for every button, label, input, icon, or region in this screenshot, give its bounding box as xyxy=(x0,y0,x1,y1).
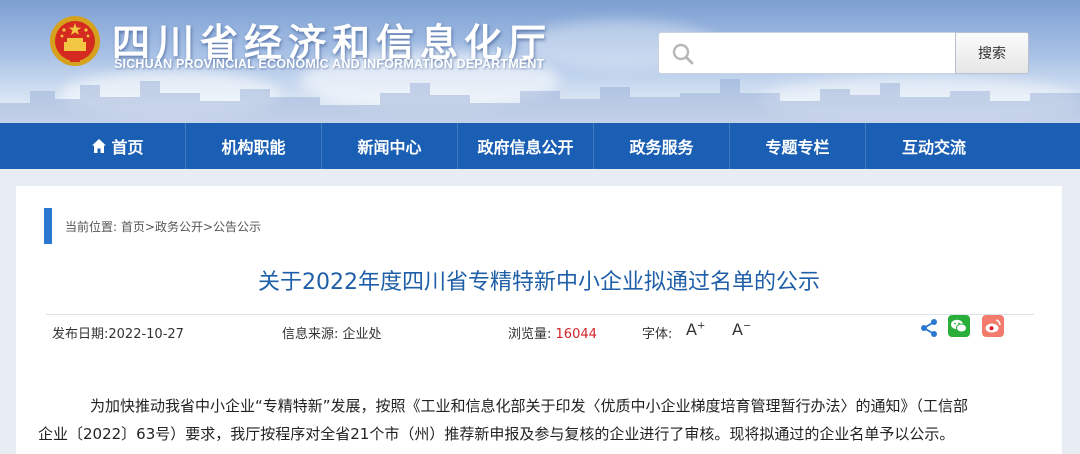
view-count-value: 16044 xyxy=(555,327,597,342)
article-meta-bar: 发布日期:2022-10-27 信息来源: 企业处 浏览量: 16044 字体:… xyxy=(46,314,1034,344)
publish-date-value: 2022-10-27 xyxy=(108,327,184,342)
site-subtitle: SICHUAN PROVINCIAL ECONOMIC AND INFORMAT… xyxy=(114,57,545,71)
info-source-value: 企业处 xyxy=(342,327,382,342)
font-increase-sign: + xyxy=(696,320,706,332)
nav-item-label: 政府信息公开 xyxy=(477,138,574,157)
nav-item-label: 专题专栏 xyxy=(765,138,830,157)
breadcrumb-accent-bar xyxy=(44,208,52,244)
main-nav: 首页 机构职能 新闻中心 政府信息公开 政务服务 专题专栏 互动交流 xyxy=(0,123,1080,169)
info-source: 信息来源: 企业处 xyxy=(282,323,382,342)
nav-item-news[interactable]: 新闻中心 xyxy=(322,123,458,169)
nav-item-label: 互动交流 xyxy=(901,138,966,157)
font-increase-button[interactable]: A+ xyxy=(686,320,705,339)
info-source-label: 信息来源: xyxy=(282,327,339,342)
breadcrumb-item-notices[interactable]: 公告公示 xyxy=(213,220,261,234)
article-paragraph: 为加快推动我省中小企业“专精特新”发展，按照《工业和信息化部关于印发〈优质中小企… xyxy=(90,397,969,415)
publish-date: 发布日期:2022-10-27 xyxy=(52,323,184,342)
font-decrease-button[interactable]: A− xyxy=(732,320,751,339)
breadcrumb-prefix: 当前位置: xyxy=(65,220,118,234)
view-count: 浏览量: 16044 xyxy=(508,323,597,342)
search-icon xyxy=(672,43,694,65)
nav-item-gov-info[interactable]: 政府信息公开 xyxy=(458,123,594,169)
breadcrumb-item-home[interactable]: 首页 xyxy=(121,220,145,234)
nav-item-label: 首页 xyxy=(111,138,144,157)
font-size-label: 字体: xyxy=(642,327,673,342)
nav-item-label: 新闻中心 xyxy=(357,138,422,157)
breadcrumb-item-gov-open[interactable]: 政务公开 xyxy=(155,220,203,234)
home-icon xyxy=(92,139,107,153)
breadcrumb: 当前位置: 首页>政务公开>公告公示 xyxy=(65,218,261,235)
search-input[interactable] xyxy=(703,39,947,67)
publish-date-label: 发布日期: xyxy=(52,327,109,342)
nav-item-topics[interactable]: 专题专栏 xyxy=(730,123,866,169)
nav-item-label: 机构职能 xyxy=(221,138,286,157)
view-count-label: 浏览量: xyxy=(508,327,552,342)
breadcrumb-separator: > xyxy=(144,220,155,234)
weibo-icon[interactable] xyxy=(982,315,1004,337)
national-emblem-icon xyxy=(50,16,100,66)
font-increase-glyph: A xyxy=(686,320,697,339)
article-title: 关于2022年度四川省专精特新中小企业拟通过名单的公示 xyxy=(258,270,820,295)
breadcrumb-separator: > xyxy=(202,220,214,234)
nav-item-label: 政务服务 xyxy=(629,138,694,157)
nav-item-services[interactable]: 政务服务 xyxy=(594,123,730,169)
nav-item-organization[interactable]: 机构职能 xyxy=(186,123,322,169)
nav-item-home[interactable]: 首页 xyxy=(50,123,186,169)
share-icon[interactable] xyxy=(918,317,940,339)
content-panel: 当前位置: 首页>政务公开>公告公示 关于2022年度四川省专精特新中小企业拟通… xyxy=(16,186,1062,454)
wechat-icon[interactable] xyxy=(948,315,970,337)
article-body: 为加快推动我省中小企业“专精特新”发展，按照《工业和信息化部关于印发〈优质中小企… xyxy=(38,392,1038,448)
search-button[interactable]: 搜索 xyxy=(955,32,1029,74)
search-box[interactable] xyxy=(658,32,956,74)
article-paragraph: 企业〔2022〕63号）要求，我厅按程序对全省21个市（州）推荐新申报及参与复核… xyxy=(38,425,955,443)
font-decrease-glyph: A xyxy=(732,320,743,339)
font-decrease-sign: − xyxy=(742,320,752,332)
nav-item-interaction[interactable]: 互动交流 xyxy=(866,123,1002,169)
